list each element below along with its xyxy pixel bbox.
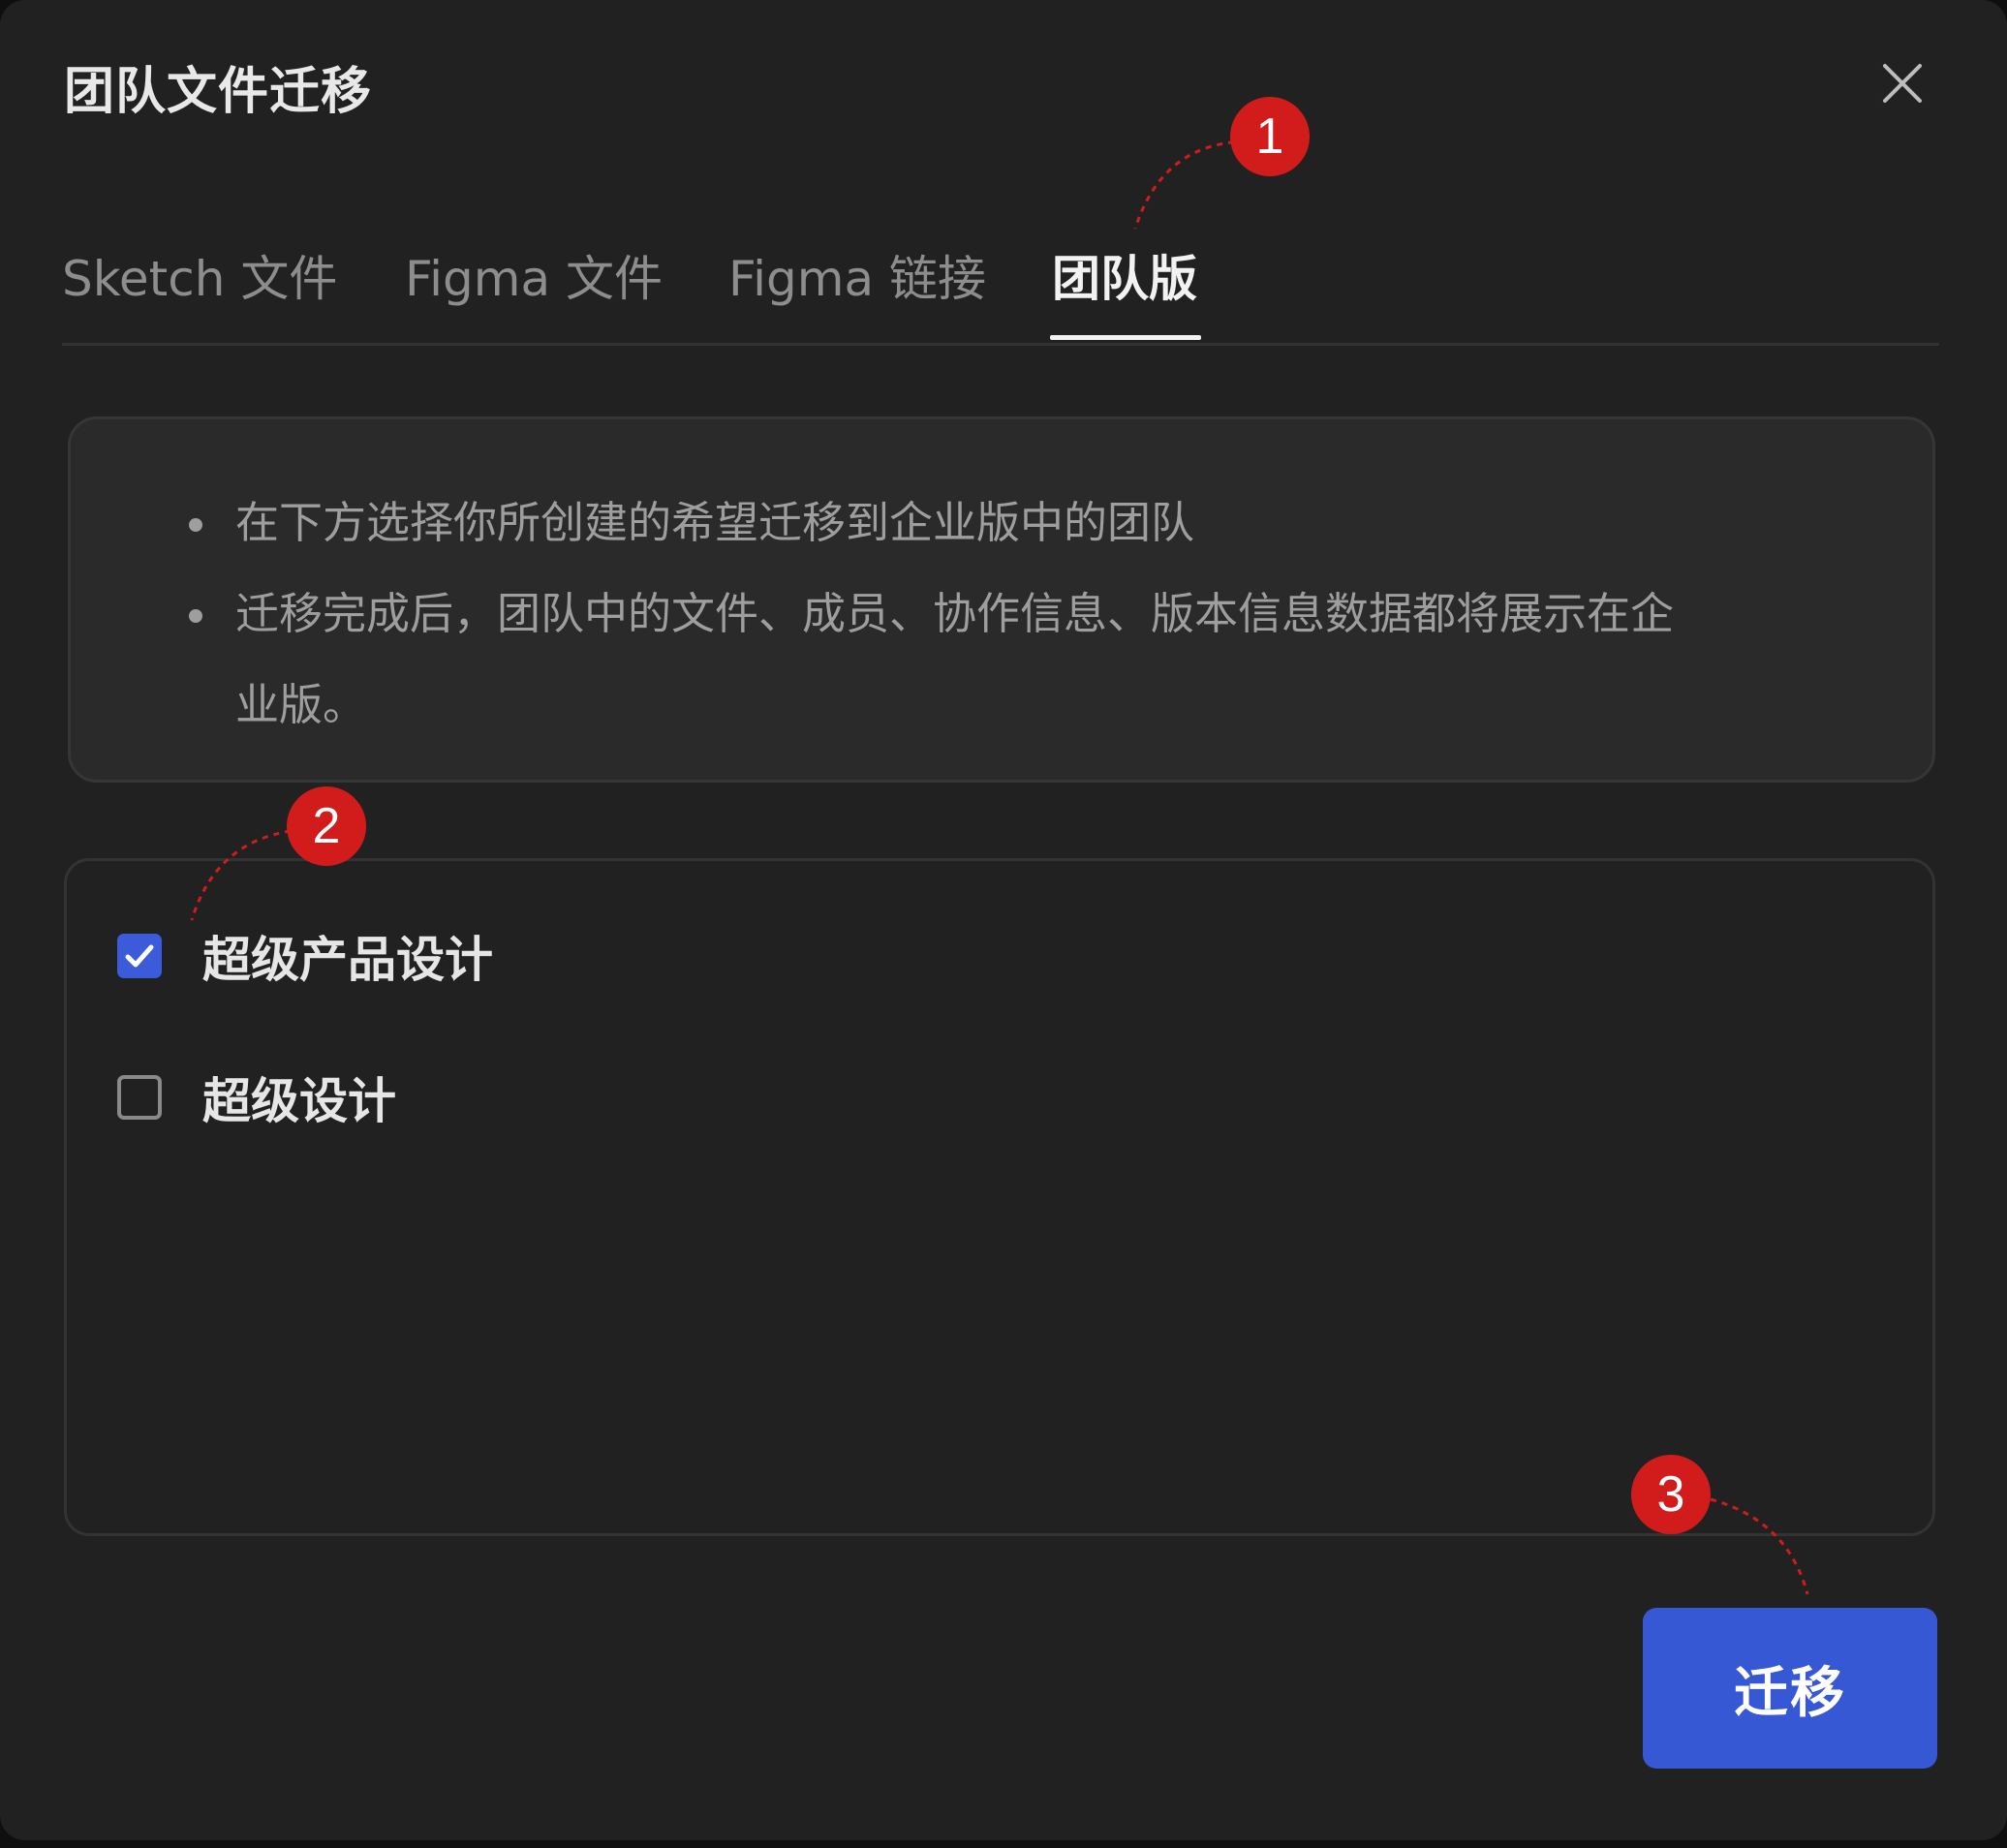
team-label: 超级产品设计 — [202, 932, 493, 988]
tab-figma-links[interactable]: Figma 链接 — [728, 240, 986, 310]
team-list: 超级产品设计 超级设计 — [64, 858, 1935, 1536]
team-label: 超级设计 — [202, 1073, 396, 1129]
tab-bar: Sketch 文件 Figma 文件 Figma 链接 团队版 — [62, 240, 1939, 346]
migrate-button[interactable]: 迁移 — [1643, 1608, 1937, 1769]
info-item: 在下方选择你所创建的希望迁移到企业版中的团队 — [129, 477, 1940, 569]
info-item-text: 迁移完成后，团队中的文件、成员、协作信息、版本信息数据都将展示在企 — [235, 588, 1675, 639]
close-button[interactable] — [1879, 60, 1926, 107]
tab-team-edition[interactable]: 团队版 — [1052, 240, 1197, 310]
checkbox-checked[interactable] — [117, 934, 162, 978]
info-item-text-continued: 业版。 — [235, 679, 367, 730]
tab-sketch-files[interactable]: Sketch 文件 — [62, 240, 337, 310]
migration-dialog: 团队文件迁移 Sketch 文件 Figma 文件 Figma 链接 团队版 在… — [0, 0, 2007, 1840]
annotation-badge-3: 3 — [1631, 1455, 1711, 1534]
info-panel: 在下方选择你所创建的希望迁移到企业版中的团队 迁移完成后，团队中的文件、成员、协… — [68, 416, 1935, 783]
check-icon — [125, 944, 154, 968]
team-option-super-product-design[interactable]: 超级产品设计 — [117, 927, 493, 988]
tab-figma-files[interactable]: Figma 文件 — [405, 240, 663, 310]
dialog-title: 团队文件迁移 — [64, 63, 373, 121]
active-tab-indicator — [1050, 335, 1201, 340]
info-item: 迁移完成后，团队中的文件、成员、协作信息、版本信息数据都将展示在企 业版。 — [129, 569, 1940, 751]
close-icon — [1883, 64, 1922, 103]
info-list: 在下方选择你所创建的希望迁移到企业版中的团队 迁移完成后，团队中的文件、成员、协… — [158, 477, 1940, 751]
annotation-badge-2: 2 — [287, 786, 366, 866]
checkbox-unchecked[interactable] — [117, 1075, 162, 1120]
annotation-badge-1: 1 — [1230, 97, 1310, 176]
team-option-super-design[interactable]: 超级设计 — [117, 1068, 396, 1129]
